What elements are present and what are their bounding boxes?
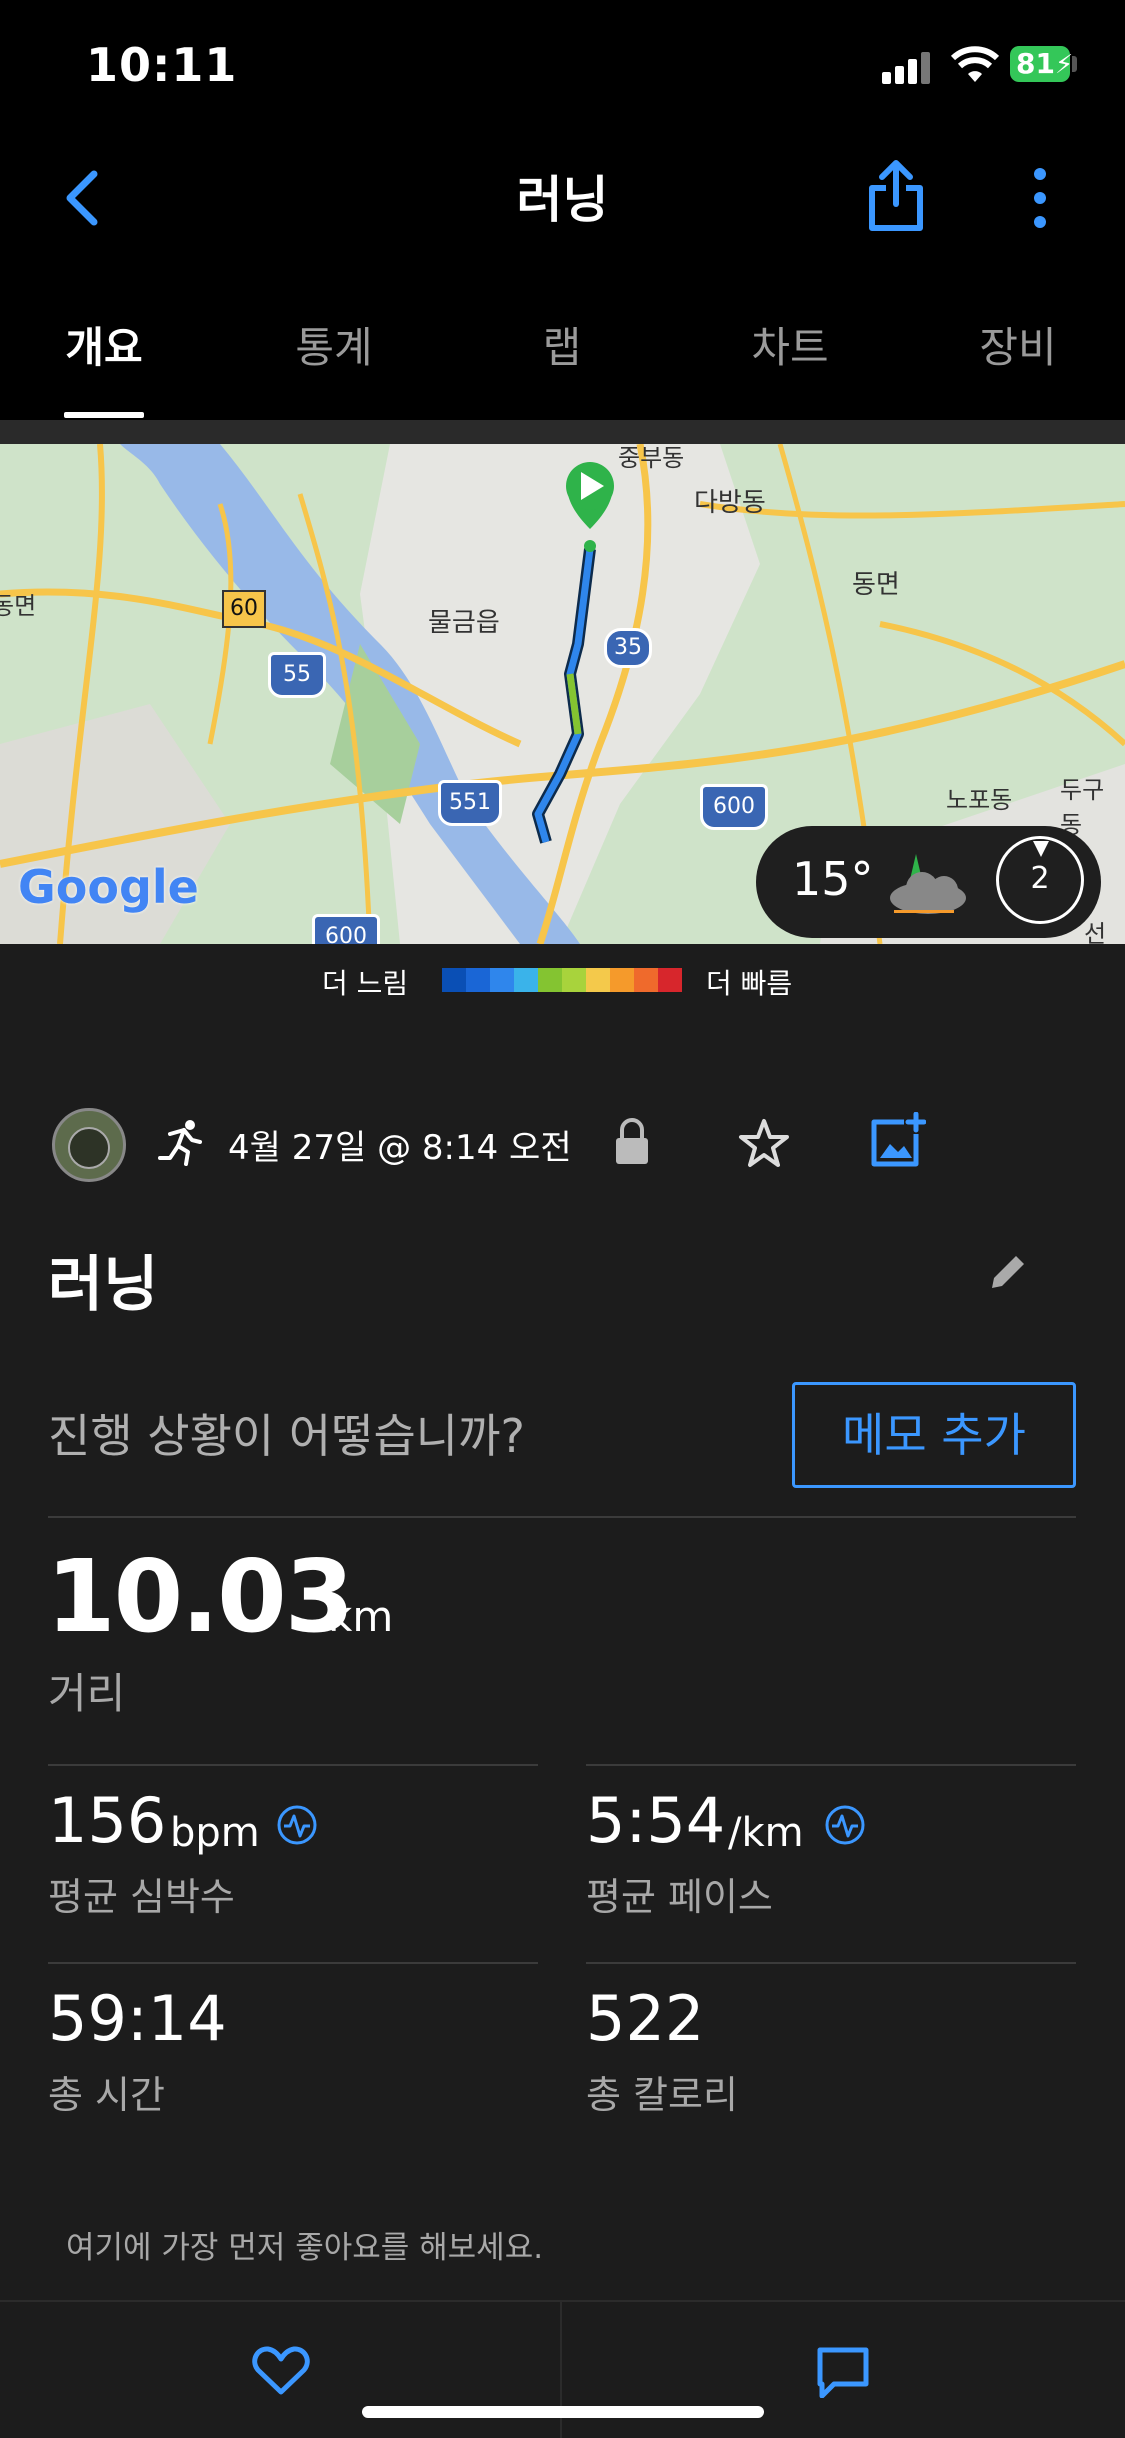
divider [48,1962,538,1964]
map-label: 다방동 [694,488,766,518]
total-time-label: 총 시간 [48,2073,165,2117]
calories-value: 522 [586,1982,705,2055]
road-sign: 551 [438,780,502,826]
legend-fast-label: 더 빠름 [706,967,793,1000]
google-logo: Google [18,860,199,914]
pace-color-swatch [490,968,514,992]
road-sign: 60 [222,590,266,628]
tab-bar: 개요 통계 랩 차트 장비 [0,300,1125,420]
running-icon [158,1120,202,1166]
add-photo-icon[interactable] [870,1112,926,1168]
activity-datetime: 4월 27일 @ 8:14 오전 [228,1128,572,1168]
distance-value: 10.03 [46,1538,354,1655]
pace-color-swatch [610,968,634,992]
pace-color-swatch [634,968,658,992]
activity-summary: 4월 27일 @ 8:14 오전 러닝 진행 상황이 어떻습니까? 메모 추가 … [0,1014,1125,2300]
tab-stats[interactable]: 통계 [254,314,414,375]
pace-legend: 더 느림 더 빠름 [0,944,1125,1014]
pace-color-swatch [538,968,562,992]
cellular-signal-icon [882,50,932,84]
add-memo-button[interactable]: 메모 추가 [792,1382,1076,1488]
battery-icon: 81⚡ [1010,46,1073,82]
like-heart-icon[interactable] [252,2346,310,2396]
activity-name: 러닝 [48,1250,159,1320]
road-sign: 35 [604,628,652,668]
divider [586,1764,1076,1766]
cloudy-weather-icon [890,854,966,914]
status-time: 10:11 [86,38,238,92]
weather-badge: 15° 2 [756,826,1101,938]
wind-speed: 2 [1030,861,1050,896]
distance-label: 거리 [48,1669,126,1718]
heart-rate-unit: bpm [170,1810,260,1856]
total-time-value: 59:14 [48,1982,227,2055]
tab-charts[interactable]: 차트 [710,314,870,375]
section-divider [0,420,1125,444]
comment-icon[interactable] [816,2346,870,2398]
battery-tip [1072,56,1077,72]
active-tab-indicator [64,412,144,418]
road-sign: 600 [700,784,768,830]
tab-gear[interactable]: 장비 [938,314,1098,375]
calories-label: 총 칼로리 [586,2073,738,2117]
map-label: 선동 [1084,920,1107,944]
temperature: 15° [792,852,874,906]
pace-color-swatch [562,968,586,992]
heart-rate-label: 평균 심박수 [48,1875,235,1919]
pace-color-swatch [442,968,466,992]
pace-color-swatch [586,968,610,992]
progress-prompt: 진행 상황이 어떻습니까? [48,1409,525,1463]
share-icon[interactable] [866,160,926,232]
road-sign: 600 [312,914,380,944]
tab-laps[interactable]: 랩 [482,314,642,375]
bottom-action-bar [0,2300,1125,2438]
road-sign: 55 [268,652,326,698]
like-prompt: 여기에 가장 먼저 좋아요를 해보세요. [66,2230,544,2266]
map-label: 중부동 [618,444,685,472]
divider [48,1764,538,1766]
avatar[interactable] [52,1108,126,1182]
legend-slow-label: 더 느림 [322,967,409,1000]
tab-overview[interactable]: 개요 [24,314,184,375]
more-options-icon[interactable] [1034,168,1048,228]
map-label: 물금읍 [428,608,500,638]
battery-level: 81 [1016,47,1055,80]
heart-rate-info-icon[interactable] [276,1804,318,1846]
lock-icon[interactable] [612,1118,652,1166]
divider [48,1516,1076,1518]
heart-rate-value: 156 [48,1784,167,1857]
map-label: 동면 [852,570,900,600]
map-label: 노포동 [946,786,1013,814]
pace-value: 5:54 [586,1784,726,1857]
pace-info-icon[interactable] [824,1804,866,1846]
pace-color-scale [442,968,682,992]
home-indicator [362,2406,764,2418]
distance-unit: km [328,1592,394,1641]
wifi-icon [950,46,1000,82]
star-icon[interactable] [738,1118,790,1168]
pace-color-swatch [658,968,682,992]
edit-pencil-icon[interactable] [986,1250,1030,1294]
pace-color-swatch [466,968,490,992]
wind-compass-icon: 2 [996,836,1084,924]
pace-unit: /km [728,1810,804,1856]
divider [586,1962,1076,1964]
pace-color-swatch [514,968,538,992]
map-label: 동면 [0,592,37,620]
map-label: 두구동 [1060,776,1105,839]
page-title: 러닝 [516,171,609,229]
pace-label: 평균 페이스 [586,1875,773,1919]
